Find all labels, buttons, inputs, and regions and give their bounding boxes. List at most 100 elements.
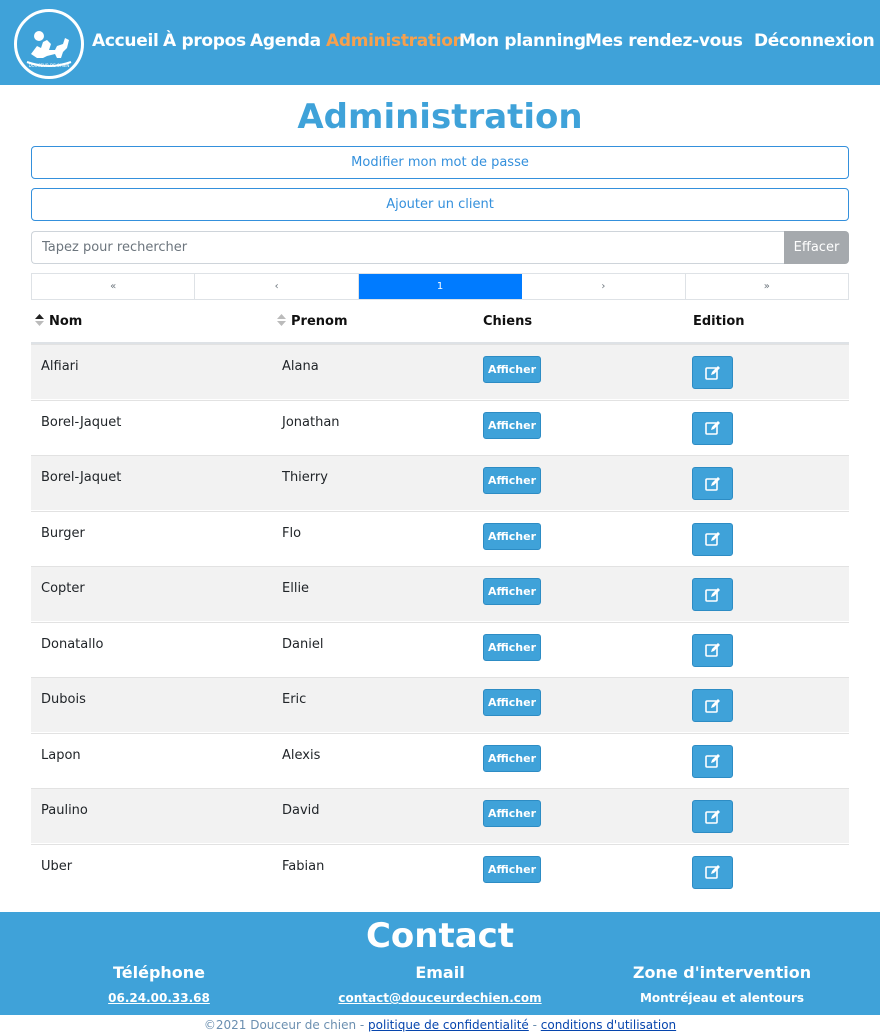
- table-row: Burger Flo Afficher: [31, 510, 849, 566]
- edit-icon: [704, 587, 721, 603]
- column-header-nom[interactable]: Nom: [35, 314, 82, 329]
- edit-icon: [704, 753, 721, 769]
- svg-text:DOUCEUR DE CHIEN: DOUCEUR DE CHIEN: [29, 63, 70, 68]
- column-header-nom-label: Nom: [49, 314, 83, 329]
- show-dogs-button[interactable]: Afficher: [483, 744, 541, 772]
- cell-nom: Paulino: [41, 803, 88, 818]
- table-row: Lapon Alexis Afficher: [31, 732, 849, 788]
- show-dogs-button[interactable]: Afficher: [483, 356, 541, 383]
- edit-icon: [704, 642, 721, 658]
- change-password-button[interactable]: Modifier mon mot de passe: [31, 146, 849, 179]
- clear-search-button[interactable]: Effacer: [784, 231, 849, 264]
- nav-a-propos[interactable]: À propos: [163, 31, 246, 51]
- cell-prenom: David: [282, 803, 320, 818]
- nav-mon-planning[interactable]: Mon planning: [459, 31, 586, 51]
- terms-link[interactable]: conditions d'utilisation: [541, 1018, 676, 1032]
- table-row: Copter Ellie Afficher: [31, 566, 849, 621]
- email-title: Email: [415, 963, 465, 982]
- cell-prenom: Thierry: [282, 470, 328, 485]
- sort-asc-icon: [35, 314, 44, 326]
- phone-title: Téléphone: [112, 963, 206, 982]
- table-row: Borel-Jaquet Thierry Afficher: [31, 455, 849, 510]
- cell-prenom: Fabian: [282, 858, 325, 874]
- edit-client-button[interactable]: [692, 356, 733, 389]
- edit-icon: [704, 476, 721, 492]
- privacy-link[interactable]: politique de confidentialité: [368, 1018, 529, 1032]
- nav-deconnexion[interactable]: Déconnexion: [754, 31, 875, 51]
- cell-nom: Borel-Jaquet: [41, 470, 122, 485]
- edit-client-button[interactable]: [692, 744, 733, 778]
- edit-client-button[interactable]: [692, 411, 733, 445]
- logo[interactable]: DOUCEUR DE CHIEN: [14, 9, 84, 79]
- edit-client-button[interactable]: [692, 800, 733, 833]
- show-dogs-button[interactable]: Afficher: [483, 467, 541, 494]
- edit-icon: [704, 864, 721, 880]
- cell-prenom: Ellie: [282, 581, 310, 596]
- edit-icon: [704, 698, 721, 714]
- edit-client-button[interactable]: [692, 578, 733, 611]
- next-page-button[interactable]: ›: [522, 274, 686, 299]
- add-client-button[interactable]: Ajouter un client: [31, 188, 849, 221]
- contact-title: Contact: [365, 916, 515, 956]
- page-title: Administration: [297, 97, 583, 137]
- sort-icon: [277, 314, 286, 326]
- show-dogs-button[interactable]: Afficher: [483, 855, 541, 883]
- search-input[interactable]: [31, 231, 785, 264]
- cell-nom: Uber: [41, 858, 73, 874]
- edit-client-button[interactable]: [692, 855, 733, 889]
- show-dogs-button[interactable]: Afficher: [483, 633, 541, 661]
- last-page-button[interactable]: »: [686, 274, 848, 299]
- cell-nom: Donatallo: [41, 636, 104, 652]
- edit-icon: [704, 365, 721, 381]
- column-header-prenom-label: Prenom: [291, 314, 348, 329]
- cell-nom: Lapon: [41, 747, 81, 763]
- cell-prenom: Flo: [282, 525, 302, 541]
- cell-prenom: Daniel: [282, 636, 324, 652]
- show-dogs-button[interactable]: Afficher: [483, 522, 541, 550]
- cell-nom: Burger: [41, 525, 85, 541]
- cell-prenom: Alana: [282, 359, 319, 374]
- zone-value: Montréjeau et alentours: [639, 991, 805, 1005]
- table-row: Dubois Eric Afficher: [31, 677, 849, 732]
- phone-link[interactable]: 06.24.00.33.68: [29, 991, 289, 1005]
- edit-client-button[interactable]: [692, 633, 733, 667]
- cell-nom: Dubois: [41, 692, 86, 707]
- table-row: Alfiari Alana Afficher: [31, 344, 849, 399]
- first-page-button[interactable]: «: [32, 274, 196, 299]
- contact-footer: Contact Téléphone 06.24.00.33.68 Email c…: [0, 912, 880, 1015]
- table-row: Donatallo Daniel Afficher: [31, 621, 849, 677]
- nav-agenda[interactable]: Agenda: [250, 31, 321, 51]
- prev-page-button[interactable]: ‹: [195, 274, 359, 299]
- show-dogs-button[interactable]: Afficher: [483, 800, 541, 827]
- copyright-text: ©2021 Douceur de chien -: [203, 1018, 369, 1032]
- dog-logo-icon: DOUCEUR DE CHIEN: [26, 31, 72, 68]
- edit-icon: [704, 531, 721, 547]
- show-dogs-button[interactable]: Afficher: [483, 689, 541, 716]
- cell-nom: Alfiari: [41, 359, 79, 374]
- copyright-bar: ©2021 Douceur de chien - politique de co…: [0, 1018, 880, 1032]
- pagination: « ‹ 1 › »: [31, 273, 849, 300]
- cell-nom: Borel-Jaquet: [41, 414, 122, 430]
- nav-accueil[interactable]: Accueil: [92, 31, 159, 51]
- table-row: Paulino David Afficher: [31, 788, 849, 843]
- nav-mes-rendez-vous[interactable]: Mes rendez-vous: [585, 31, 743, 51]
- show-dogs-button[interactable]: Afficher: [483, 578, 541, 605]
- table-row: Borel-Jaquet Jonathan Afficher: [31, 399, 849, 455]
- cell-prenom: Alexis: [282, 747, 321, 763]
- column-header-edition: Edition: [693, 314, 745, 329]
- cell-prenom: Jonathan: [282, 414, 340, 430]
- edit-client-button[interactable]: [692, 689, 733, 722]
- edit-client-button[interactable]: [692, 522, 733, 556]
- nav-administration[interactable]: Administration: [326, 31, 465, 51]
- email-link[interactable]: contact@douceurdechien.com: [310, 991, 570, 1005]
- show-dogs-button[interactable]: Afficher: [483, 411, 541, 439]
- search-bar: Effacer: [31, 231, 849, 264]
- edit-client-button[interactable]: [692, 467, 733, 500]
- edit-icon: [704, 420, 721, 436]
- cell-nom: Copter: [41, 581, 85, 596]
- page-1-button[interactable]: 1: [358, 274, 523, 299]
- top-navbar: DOUCEUR DE CHIEN Accueil À propos Agenda…: [0, 0, 880, 85]
- column-header-prenom[interactable]: Prenom: [277, 314, 348, 329]
- zone-title: Zone d'intervention: [632, 963, 812, 982]
- column-header-chiens: Chiens: [483, 314, 533, 329]
